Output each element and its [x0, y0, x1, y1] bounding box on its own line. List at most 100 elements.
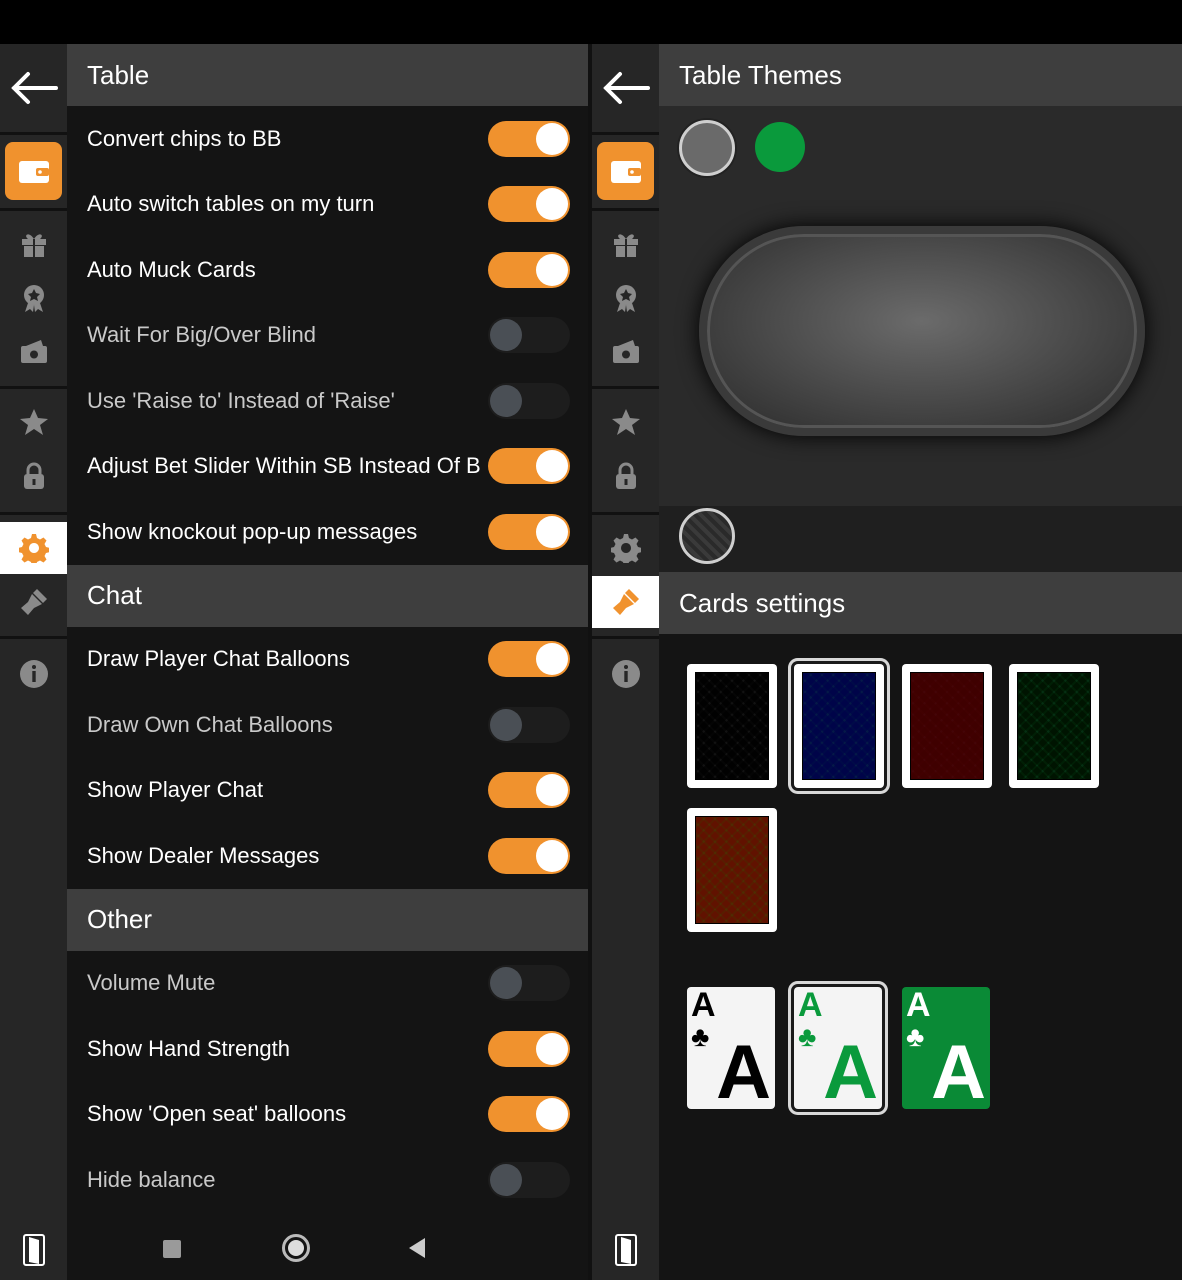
setting-row: Show knockout pop-up messages [67, 499, 588, 565]
info-icon [19, 660, 48, 688]
home-nav-button[interactable] [282, 1234, 310, 1262]
theme-button-right[interactable] [592, 576, 659, 628]
star-icon [611, 409, 640, 435]
info-button-right[interactable] [592, 648, 659, 700]
card-back-option[interactable] [902, 664, 992, 788]
setting-toggle[interactable] [488, 706, 570, 743]
other-settings-list: Volume Mute Show Hand Strength Show 'Open … [67, 951, 588, 1213]
gift-icon [613, 234, 638, 257]
setting-label: Adjust Bet Slider Within SB Instead Of B… [87, 453, 482, 479]
setting-toggle[interactable] [488, 513, 570, 550]
toggle-knob [490, 1163, 522, 1196]
cards-options: A ♣ A A ♣ A A ♣ A [659, 634, 1182, 1234]
toggle-knob [536, 1032, 568, 1065]
toggle-knob [536, 1098, 568, 1131]
card-back-option[interactable] [1009, 664, 1099, 788]
themes-content: Table Themes Cards settings A ♣ A A ♣ A A ♣ A [659, 44, 1182, 1280]
toggle-knob [490, 319, 522, 352]
gift-icon [21, 234, 46, 257]
settings-button[interactable] [0, 522, 67, 574]
setting-row: Show Hand Strength [67, 1016, 588, 1082]
award-icon [23, 285, 44, 312]
back-nav-button[interactable] [407, 1236, 427, 1260]
setting-row: Show Player Chat [67, 758, 588, 824]
setting-toggle[interactable] [488, 317, 570, 354]
setting-toggle[interactable] [488, 1096, 570, 1133]
card-back-option[interactable] [687, 664, 777, 788]
setting-toggle[interactable] [488, 772, 570, 809]
card-back-pattern [910, 672, 984, 780]
lock-button[interactable] [0, 450, 67, 502]
award-icon [615, 285, 636, 312]
chat-section-header: Chat [67, 564, 588, 627]
toggle-knob [536, 643, 568, 676]
award-button[interactable] [0, 272, 67, 324]
toggle-knob [490, 384, 522, 417]
setting-row: Auto Muck Cards [67, 237, 588, 303]
setting-toggle[interactable] [488, 448, 570, 485]
back-button[interactable] [0, 44, 67, 132]
card-face-option[interactable]: A ♣ A [794, 987, 882, 1109]
theme-color-green[interactable] [755, 122, 805, 172]
theme-button[interactable] [0, 576, 67, 628]
settings-content: Table Convert chips to BB Auto switch tab… [67, 44, 588, 1280]
card-rank-large: A [823, 1030, 878, 1110]
award-button-right[interactable] [592, 272, 659, 324]
setting-toggle[interactable] [488, 965, 570, 1002]
back-button-right[interactable] [592, 44, 659, 132]
cash-button[interactable] [0, 326, 67, 378]
info-icon [611, 660, 640, 688]
setting-row: Auto switch tables on my turn [67, 172, 588, 238]
setting-toggle[interactable] [488, 186, 570, 223]
exit-icon [22, 1234, 45, 1266]
club-suit-icon: ♣ [798, 1021, 817, 1052]
toggle-knob [490, 967, 522, 1000]
info-button[interactable] [0, 648, 67, 700]
wallet-icon [18, 161, 49, 183]
table-section-header: Table [67, 44, 588, 106]
gift-button-right[interactable] [592, 218, 659, 270]
cash-button-right[interactable] [592, 326, 659, 378]
setting-toggle[interactable] [488, 641, 570, 678]
exit-button-right[interactable] [592, 1220, 659, 1280]
back-arrow-icon [602, 72, 650, 104]
setting-label: Convert chips to BB [87, 125, 282, 151]
setting-label: Use 'Raise to' Instead of 'Raise' [87, 387, 395, 413]
card-back-option[interactable] [794, 664, 884, 788]
setting-row: Convert chips to BB [67, 106, 588, 172]
felt-pattern-option[interactable] [679, 508, 735, 564]
wallet-button-right[interactable] [597, 142, 654, 200]
favorites-button[interactable] [0, 396, 67, 448]
toggle-knob [536, 774, 568, 807]
exit-icon [614, 1234, 637, 1266]
lock-icon [615, 462, 636, 489]
theme-color-gray[interactable] [679, 120, 735, 176]
setting-toggle[interactable] [488, 382, 570, 419]
exit-button[interactable] [0, 1220, 67, 1280]
setting-toggle[interactable] [488, 120, 570, 157]
setting-toggle[interactable] [488, 1161, 570, 1198]
setting-label: Hide balance [87, 1166, 216, 1192]
setting-toggle[interactable] [488, 1030, 570, 1067]
wallet-button[interactable] [5, 142, 62, 200]
setting-toggle[interactable] [488, 837, 570, 874]
setting-row: Wait For Big/Over Blind [67, 303, 588, 369]
cash-icon [20, 340, 47, 363]
favorites-button-right[interactable] [592, 396, 659, 448]
recents-nav-button[interactable] [163, 1240, 181, 1258]
cash-icon [612, 340, 639, 363]
setting-toggle[interactable] [488, 251, 570, 288]
toggle-knob [536, 122, 568, 155]
cards-settings-header: Cards settings [659, 572, 1182, 634]
gift-button[interactable] [0, 218, 67, 270]
card-face-option[interactable]: A ♣ A [687, 987, 775, 1109]
card-back-pattern [1017, 672, 1091, 780]
card-back-option[interactable] [687, 808, 777, 932]
lock-button-right[interactable] [592, 450, 659, 502]
card-face-option[interactable]: A ♣ A [902, 987, 990, 1109]
star-icon [19, 409, 48, 435]
toggle-knob [490, 708, 522, 741]
other-section-header: Other [67, 888, 588, 951]
card-rank-small: A [691, 987, 716, 1024]
settings-button-right[interactable] [592, 522, 659, 574]
